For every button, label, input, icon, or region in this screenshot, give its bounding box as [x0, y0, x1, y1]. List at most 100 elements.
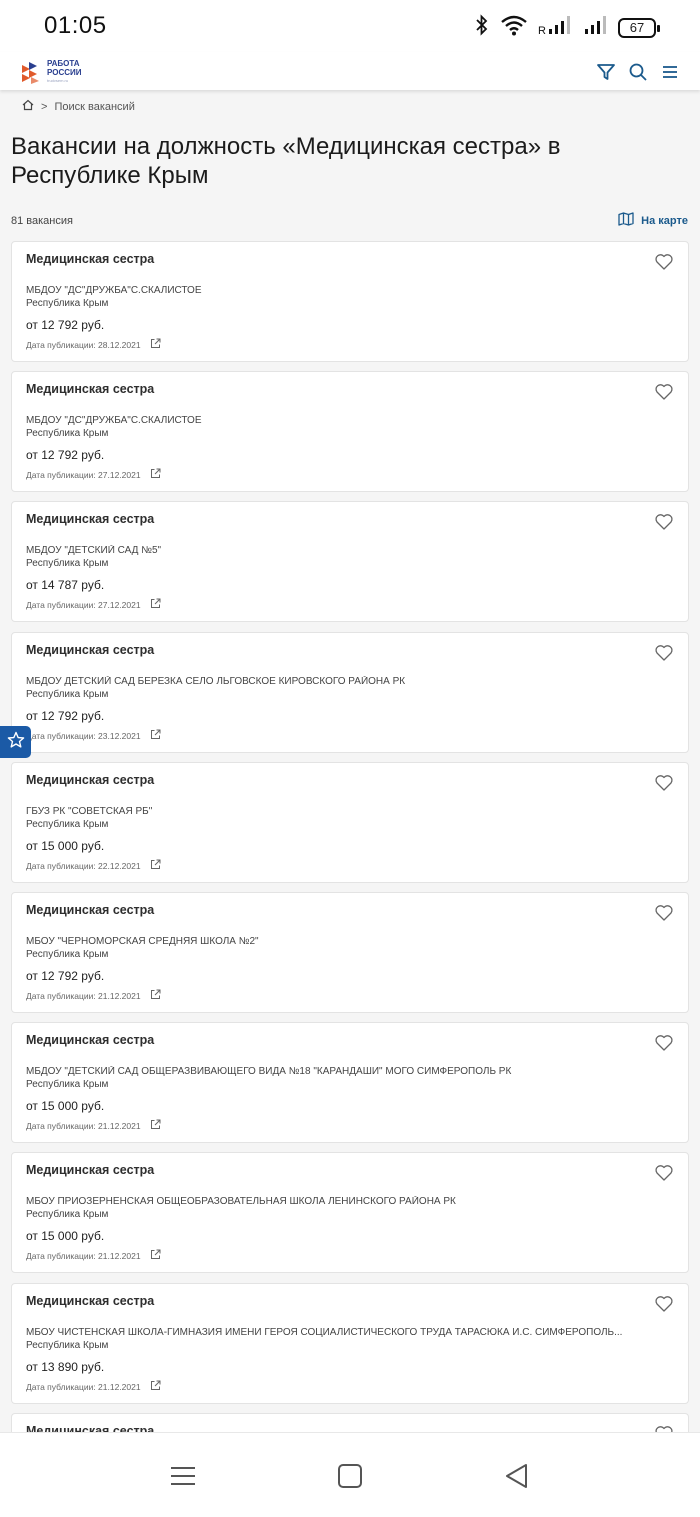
breadcrumb-current[interactable]: Поиск вакансий: [54, 101, 134, 113]
external-link-icon[interactable]: [150, 1380, 161, 1393]
vacancy-title[interactable]: Медицинская сестра: [26, 512, 154, 526]
vacancy-company: МБОУ "ЧЕРНОМОРСКАЯ СРЕДНЯЯ ШКОЛА №2": [26, 936, 259, 947]
favorite-heart-icon[interactable]: [654, 1033, 674, 1053]
vacancy-date: Дата публикации: 21.12.2021: [26, 1249, 161, 1262]
favorite-heart-icon[interactable]: [654, 512, 674, 532]
external-link-icon[interactable]: [150, 338, 161, 351]
vacancy-title[interactable]: Медицинская сестра: [26, 252, 154, 266]
home-icon[interactable]: [22, 99, 34, 114]
vacancy-date: Дата публикации: 22.12.2021: [26, 859, 161, 872]
vacancy-card[interactable]: Медицинская сестра МБДОУ "ДС"ДРУЖБА"С.СКА…: [11, 371, 689, 492]
favorite-heart-icon[interactable]: [654, 773, 674, 793]
site-header: РАБОТА РОССИИ trudvsem.ru: [0, 52, 700, 90]
vacancy-salary: от 15 000 руб.: [26, 1229, 105, 1243]
external-link-icon[interactable]: [150, 989, 161, 1002]
back-icon[interactable]: [502, 1461, 532, 1491]
menu-icon[interactable]: [660, 62, 680, 82]
breadcrumb: > Поиск вакансий: [22, 99, 135, 114]
vacancy-date: Дата публикации: 27.12.2021: [26, 468, 161, 481]
favorite-heart-icon[interactable]: [654, 643, 674, 663]
vacancy-date: Дата публикации: 28.12.2021: [26, 338, 161, 351]
site-logo[interactable]: РАБОТА РОССИИ trudvsem.ru: [20, 59, 82, 86]
vacancy-company: ГБУЗ РК "СОВЕТСКАЯ РБ": [26, 806, 153, 817]
star-icon: [7, 731, 25, 754]
vacancy-company: МБОУ ЧИСТЕНСКАЯ ШКОЛА-ГИМНАЗИЯ ИМЕНИ ГЕР…: [26, 1327, 623, 1338]
vacancy-card[interactable]: Медицинская сестра ГБУЗ РК "СОВЕТСКАЯ РБ"…: [11, 762, 689, 883]
wifi-icon: [500, 14, 528, 41]
map-link[interactable]: На карте: [618, 212, 688, 229]
vacancy-salary: от 15 000 руб.: [26, 839, 105, 853]
vacancy-date-text: Дата публикации: 21.12.2021: [26, 1381, 141, 1392]
favorite-heart-icon[interactable]: [654, 252, 674, 272]
vacancy-salary: от 12 792 руб.: [26, 709, 105, 723]
favorite-heart-icon[interactable]: [654, 903, 674, 923]
vacancy-card[interactable]: Медицинская сестра МБДОУ "ДЕТСКИЙ САД ОБЩ…: [11, 1022, 689, 1143]
vacancy-date: Дата публикации: 23.12.2021: [26, 729, 161, 742]
signal-r-icon: R: [538, 14, 574, 41]
vacancy-title[interactable]: Медицинская сестра: [26, 382, 154, 396]
breadcrumb-separator: >: [41, 100, 48, 113]
vacancy-title[interactable]: Медицинская сестра: [26, 1163, 154, 1177]
home-button-icon[interactable]: [335, 1461, 365, 1491]
vacancy-title[interactable]: Медицинская сестра: [26, 903, 154, 917]
vacancy-title[interactable]: Медицинская сестра: [26, 643, 154, 657]
vacancy-card[interactable]: Медицинская сестра МБДОУ ДЕТСКИЙ САД БЕРЕ…: [11, 632, 689, 753]
vacancy-title[interactable]: Медицинская сестра: [26, 1294, 154, 1308]
status-time: 01:05: [44, 12, 107, 39]
vacancy-title[interactable]: Медицинская сестра: [26, 773, 154, 787]
vacancy-date-text: Дата публикации: 27.12.2021: [26, 599, 141, 610]
external-link-icon[interactable]: [150, 598, 161, 611]
vacancy-card[interactable]: Медицинская сестра МБОУ "ЧЕРНОМОРСКАЯ СРЕ…: [11, 892, 689, 1013]
system-nav-bar: [0, 1432, 700, 1517]
vacancy-region: Республика Крым: [26, 1079, 109, 1090]
vacancy-title[interactable]: Медицинская сестра: [26, 1033, 154, 1047]
logo-mark-icon: [22, 61, 39, 84]
vacancy-region: Республика Крым: [26, 1209, 109, 1220]
status-icons: R 67: [474, 14, 660, 41]
map-icon: [618, 212, 634, 229]
external-link-icon[interactable]: [150, 1119, 161, 1132]
logo-text: РАБОТА РОССИИ trudvsem.ru: [47, 59, 82, 86]
vacancy-region: Республика Крым: [26, 819, 109, 830]
vacancy-salary: от 12 792 руб.: [26, 969, 105, 983]
vacancy-company: МБДОУ ДЕТСКИЙ САД БЕРЕЗКА СЕЛО ЛЬГОВСКОЕ…: [26, 676, 406, 687]
vacancy-region: Республика Крым: [26, 298, 109, 309]
favorite-heart-icon[interactable]: [654, 382, 674, 402]
favorite-heart-icon[interactable]: [654, 1163, 674, 1183]
vacancy-region: Республика Крым: [26, 949, 109, 960]
logo-line2: РОССИИ: [47, 67, 82, 77]
vacancy-company: МБДОУ "ДС"ДРУЖБА"С.СКАЛИСТОЕ: [26, 415, 202, 426]
recent-apps-icon[interactable]: [168, 1461, 198, 1491]
filter-icon[interactable]: [596, 62, 616, 82]
external-link-icon[interactable]: [150, 468, 161, 481]
favorites-float-button[interactable]: [0, 726, 31, 758]
vacancy-card[interactable]: Медицинская сестра МБДОУ "ДС"ДРУЖБА"С.СКА…: [11, 241, 689, 362]
vacancy-date: Дата публикации: 21.12.2021: [26, 1119, 161, 1132]
vacancy-salary: от 13 890 руб.: [26, 1360, 105, 1374]
vacancy-region: Республика Крым: [26, 689, 109, 700]
logo-sub: trudvsem.ru: [47, 78, 69, 83]
vacancy-date: Дата публикации: 21.12.2021: [26, 1380, 161, 1393]
vacancy-salary: от 14 787 руб.: [26, 578, 105, 592]
external-link-icon[interactable]: [150, 859, 161, 872]
map-link-label: На карте: [641, 214, 688, 227]
vacancy-date-text: Дата публикации: 21.12.2021: [26, 1120, 141, 1131]
vacancy-card[interactable]: Медицинская сестра МБОУ ЧИСТЕНСКАЯ ШКОЛА-…: [11, 1283, 689, 1404]
favorite-heart-icon[interactable]: [654, 1294, 674, 1314]
search-icon[interactable]: [628, 62, 648, 82]
battery-icon: 67: [618, 17, 660, 38]
vacancy-salary: от 12 792 руб.: [26, 448, 105, 462]
vacancy-count: 81 вакансия: [11, 215, 73, 227]
vacancy-region: Республика Крым: [26, 428, 109, 439]
vacancy-card[interactable]: Медицинская сестра МБОУ ПРИОЗЕРНЕНСКАЯ ОБ…: [11, 1152, 689, 1273]
vacancy-date: Дата публикации: 21.12.2021: [26, 989, 161, 1002]
page-title: Вакансии на должность «Медицинская сестр…: [11, 133, 561, 189]
vacancy-salary: от 15 000 руб.: [26, 1099, 105, 1113]
vacancy-date-text: Дата публикации: 23.12.2021: [26, 730, 141, 741]
signal-icon: [584, 14, 608, 41]
vacancy-company: МБДОУ "ДС"ДРУЖБА"С.СКАЛИСТОЕ: [26, 285, 202, 296]
vacancy-region: Республика Крым: [26, 1340, 109, 1351]
external-link-icon[interactable]: [150, 729, 161, 742]
vacancy-card[interactable]: Медицинская сестра МБДОУ "ДЕТСКИЙ САД №5"…: [11, 501, 689, 622]
external-link-icon[interactable]: [150, 1249, 161, 1262]
